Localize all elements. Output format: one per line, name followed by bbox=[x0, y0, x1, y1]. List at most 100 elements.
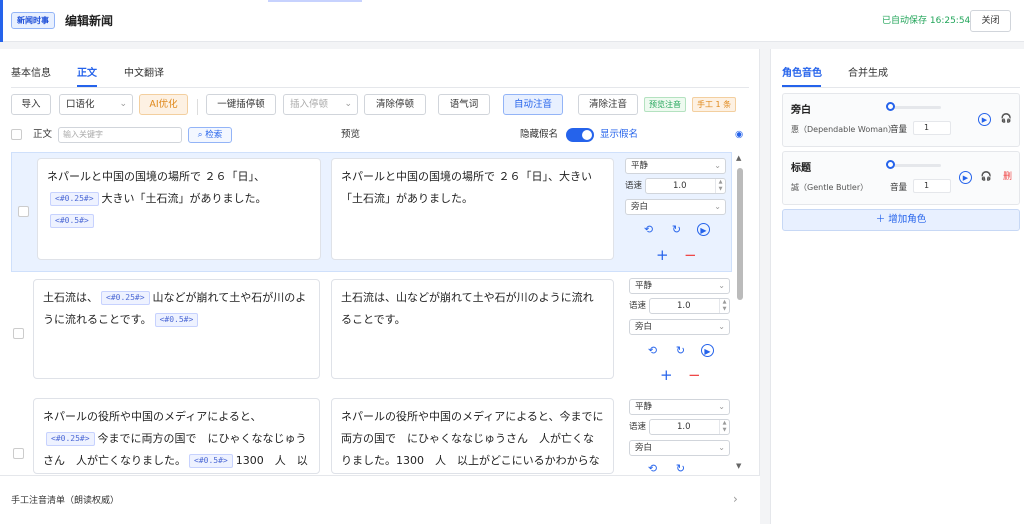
select-all-checkbox[interactable] bbox=[11, 129, 22, 140]
redo-icon[interactable]: ↻ bbox=[674, 344, 687, 357]
manual-ruby-count-tag[interactable]: 手工 1 条 bbox=[692, 97, 737, 112]
speed-stepper[interactable]: ▲ ▼ bbox=[715, 179, 725, 193]
play-icon[interactable]: ▶ bbox=[978, 113, 991, 126]
headphone-icon[interactable]: 🎧 bbox=[980, 171, 993, 184]
role-name: 标题 bbox=[791, 163, 811, 174]
tab-body[interactable]: 正文 bbox=[77, 67, 97, 81]
chevron-right-icon[interactable]: › bbox=[733, 493, 738, 506]
row-checkbox[interactable] bbox=[13, 328, 24, 339]
show-kana-label: 显示假名 bbox=[600, 129, 639, 140]
pause-tag[interactable]: <#0.25#> bbox=[101, 291, 150, 305]
preview-ruby-tag[interactable]: 预览注音 bbox=[644, 97, 686, 112]
delete-role-button[interactable]: 删 bbox=[1001, 171, 1014, 184]
mood-words-button[interactable]: 语气词 bbox=[438, 94, 490, 115]
speed-value: 1.0 bbox=[673, 181, 687, 191]
search-button-label: 检索 bbox=[205, 130, 223, 140]
clear-ruby-button[interactable]: 清除注音 bbox=[578, 94, 638, 115]
colloquial-select[interactable]: 口语化 ⌄ bbox=[59, 94, 133, 115]
speed-value: 1.0 bbox=[677, 422, 691, 432]
preview-sentence: 土石流は、 bbox=[341, 291, 396, 304]
preview-column-label: 预览 bbox=[341, 129, 361, 140]
tab-role-voices[interactable]: 角色音色 bbox=[782, 67, 822, 81]
speed-stepper[interactable]: ▲ ▼ bbox=[719, 299, 729, 313]
pause-tag[interactable]: <#0.5#> bbox=[189, 454, 233, 468]
add-role-button[interactable]: ＋ 增加角色 bbox=[782, 209, 1020, 231]
source-sentence: 大きい「土石流」がありました。 bbox=[101, 192, 267, 205]
tab-translation[interactable]: 中文翻译 bbox=[124, 67, 164, 81]
keyword-search-input[interactable]: 输入关键字 bbox=[58, 127, 182, 143]
chevron-down-icon: ⌄ bbox=[714, 202, 721, 211]
role-select[interactable]: 旁白 ⌄ bbox=[625, 199, 726, 215]
pause-tag[interactable]: <#0.25#> bbox=[46, 432, 95, 446]
role-select[interactable]: 旁白 ⌄ bbox=[629, 440, 730, 456]
insert-pause-select[interactable]: 插入停顿 ⌄ bbox=[283, 94, 358, 115]
source-text-card[interactable]: 土石流は、 <#0.25#> 山などが崩れて土や石が川のように流れることです。 <#0… bbox=[33, 279, 320, 379]
scrollbar-thumb[interactable] bbox=[737, 168, 743, 300]
redo-icon[interactable]: ↻ bbox=[674, 462, 687, 475]
preview-text-card: ネパールと中国の国境の場所で ２６「日」、大きい「土石流」がありました。 bbox=[331, 158, 614, 260]
row-checkbox[interactable] bbox=[18, 206, 29, 217]
role-select[interactable]: 旁白 ⌄ bbox=[629, 319, 730, 335]
speed-input[interactable]: 1.0 ▲ ▼ bbox=[649, 419, 730, 435]
scroll-up-icon[interactable]: ▲ bbox=[736, 154, 741, 162]
colloquial-select-value: 口语化 bbox=[66, 99, 95, 110]
auto-ruby-button[interactable]: 自动注音 bbox=[503, 94, 563, 115]
ai-optimize-button[interactable]: AI优化 bbox=[139, 94, 188, 115]
manual-ruby-list-bar[interactable]: 手工注音清单（朗读权威） › bbox=[0, 475, 760, 524]
emotion-select[interactable]: 平静 ⌄ bbox=[629, 399, 730, 415]
emotion-value: 平静 bbox=[635, 281, 653, 291]
emotion-value: 平静 bbox=[631, 161, 649, 171]
search-button[interactable]: ⌕ 检索 bbox=[188, 127, 232, 143]
tab-basic-info[interactable]: 基本信息 bbox=[11, 67, 51, 81]
pause-tag[interactable]: <#0.25#> bbox=[50, 192, 99, 206]
kana-toggle[interactable] bbox=[566, 128, 594, 142]
eye-icon[interactable]: ◉ bbox=[735, 128, 743, 141]
role-voice: 誠（Gentle Butler） bbox=[791, 183, 869, 192]
one-click-pause-button[interactable]: 一键插停顿 bbox=[206, 94, 276, 115]
role-slider-track[interactable] bbox=[887, 106, 941, 109]
scroll-down-icon[interactable]: ▼ bbox=[736, 462, 741, 470]
emotion-select[interactable]: 平静 ⌄ bbox=[625, 158, 726, 174]
headphone-icon[interactable]: 🎧 bbox=[1000, 113, 1013, 126]
refresh-icon[interactable]: ⟲ bbox=[642, 223, 655, 236]
role-slider-knob[interactable] bbox=[886, 160, 895, 169]
role-value: 旁白 bbox=[635, 322, 653, 332]
remove-row-icon[interactable]: − bbox=[688, 368, 701, 383]
preview-sentence: ネパールと bbox=[341, 170, 396, 183]
play-icon[interactable]: ▶ bbox=[959, 171, 972, 184]
speed-input[interactable]: 1.0 ▲ ▼ bbox=[649, 298, 730, 314]
rows-scrollbar[interactable]: ▲ ▼ bbox=[736, 154, 744, 470]
speed-stepper[interactable]: ▲ ▼ bbox=[719, 420, 729, 434]
add-row-icon[interactable]: + bbox=[660, 368, 673, 383]
role-card: 旁白 惠（Dependable Woman） 音量 1 ▶ 🎧 bbox=[782, 93, 1020, 147]
remove-row-icon[interactable]: − bbox=[684, 248, 697, 263]
role-slider-track[interactable] bbox=[887, 164, 941, 167]
role-slider-knob[interactable] bbox=[886, 102, 895, 111]
top-header: 新闻时事 编辑新闻 已自动保存 16:25:54 关闭 bbox=[0, 0, 1024, 42]
import-button[interactable]: 导入 bbox=[11, 94, 51, 115]
row-checkbox[interactable] bbox=[13, 448, 24, 459]
refresh-icon[interactable]: ⟲ bbox=[646, 462, 659, 475]
pause-tag[interactable]: <#0.5#> bbox=[50, 214, 94, 228]
source-text-card[interactable]: ネパールと中国の国境の場所で ２６「日」、 <#0.25#> 大きい「土石流」があ… bbox=[37, 158, 321, 260]
play-icon[interactable]: ▶ bbox=[701, 344, 714, 357]
refresh-icon[interactable]: ⟲ bbox=[646, 344, 659, 357]
tab-merge-generate[interactable]: 合并生成 bbox=[848, 67, 888, 81]
play-icon[interactable]: ▶ bbox=[697, 223, 710, 236]
role-voice: 惠（Dependable Woman） bbox=[791, 125, 896, 134]
source-sentence: ネパールと中国の国境の場所で ２６「日」、 bbox=[47, 170, 265, 183]
pause-tag[interactable]: <#0.5#> bbox=[154, 313, 199, 327]
emotion-select[interactable]: 平静 ⌄ bbox=[629, 278, 730, 294]
chevron-down-icon: ⌄ bbox=[714, 161, 721, 170]
volume-input[interactable]: 1 bbox=[913, 179, 951, 193]
source-text-card[interactable]: ネパールの役所や中国のメディアによると、<#0.25#> 今までに両方の国で にひ… bbox=[33, 398, 320, 474]
role-name: 旁白 bbox=[791, 105, 811, 116]
add-row-icon[interactable]: + bbox=[656, 248, 669, 263]
close-button[interactable]: 关闭 bbox=[970, 10, 1011, 32]
speed-input[interactable]: 1.0 ▲ ▼ bbox=[645, 178, 726, 194]
role-card: 标题 誠（Gentle Butler） 音量 1 ▶ 🎧 删 bbox=[782, 151, 1020, 205]
volume-input[interactable]: 1 bbox=[913, 121, 951, 135]
clear-pause-button[interactable]: 清除停顿 bbox=[364, 94, 426, 115]
redo-icon[interactable]: ↻ bbox=[670, 223, 683, 236]
manual-ruby-list-label: 手工注音清单（朗读权威） bbox=[11, 496, 120, 506]
